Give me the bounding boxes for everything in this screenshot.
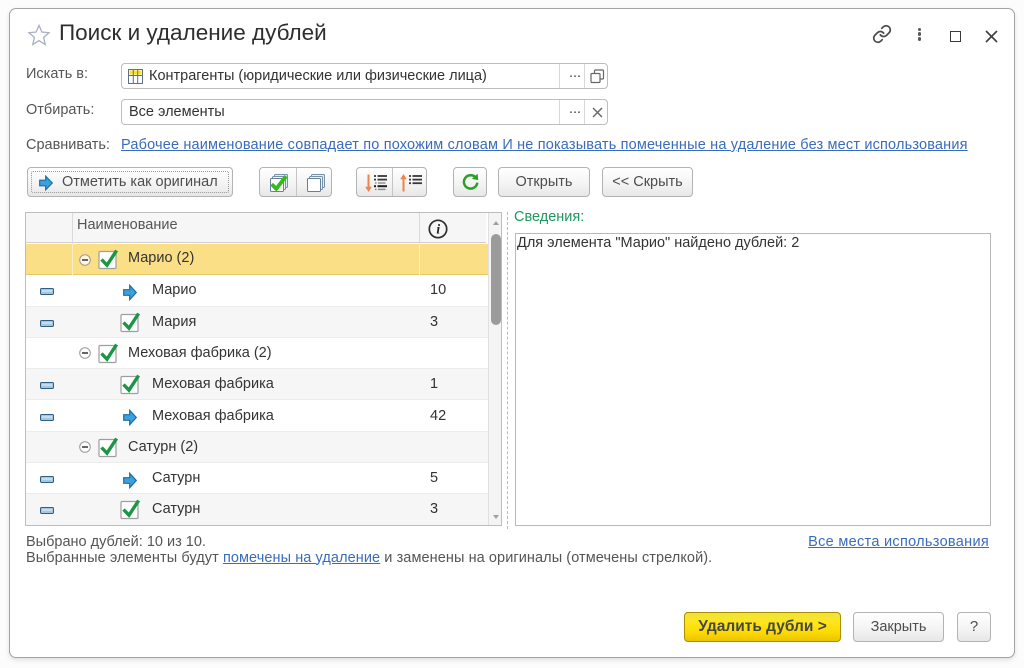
- svg-text:i: i: [436, 222, 440, 237]
